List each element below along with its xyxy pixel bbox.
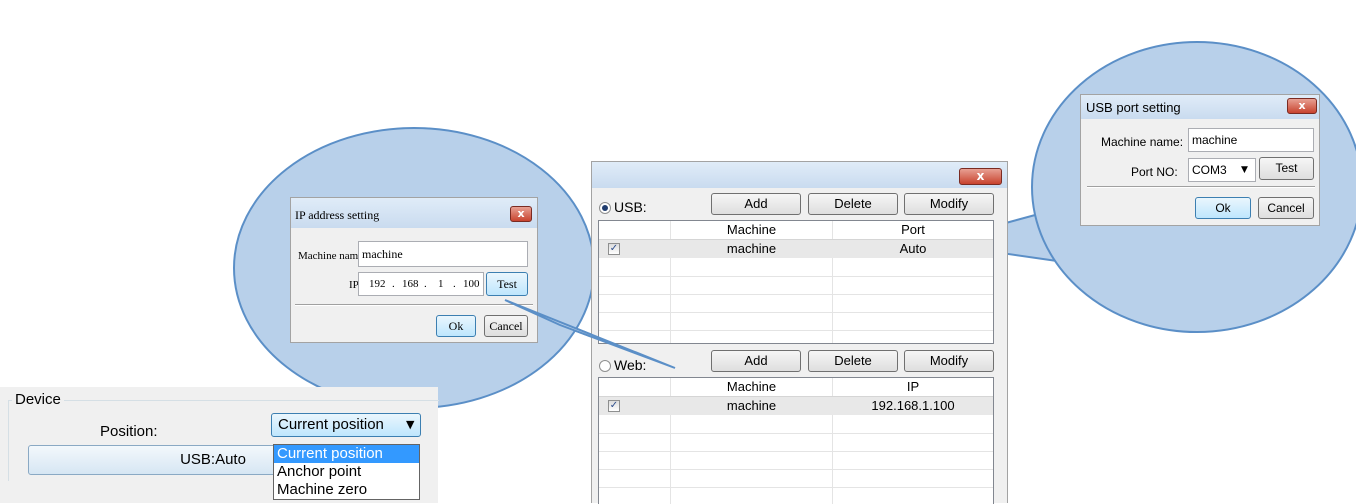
usb-port-dialog: USB port setting x Machine name: machine… [1080, 94, 1320, 226]
usb-machine-name-label: Machine name: [1101, 135, 1184, 149]
usb-dialog-title: USB port setting [1086, 100, 1181, 115]
usb-cancel-label: Cancel [1267, 201, 1305, 215]
usb-ok-label: Ok [1215, 201, 1231, 215]
usb-ok-button[interactable]: Ok [1195, 197, 1251, 219]
usb-port-select[interactable]: COM3 ▼ [1188, 158, 1256, 182]
usb-cancel-button[interactable]: Cancel [1258, 197, 1314, 219]
close-glyph: x [1298, 99, 1306, 112]
usb-test-button[interactable]: Test [1259, 157, 1314, 180]
usb-port-value: COM3 [1192, 163, 1227, 177]
usb-machine-name-input[interactable]: machine [1188, 128, 1314, 152]
usb-machine-name-value: machine [1192, 133, 1238, 147]
usb-port-label: Port NO: [1131, 165, 1178, 179]
usb-test-label: Test [1275, 161, 1298, 175]
usb-dialog-titlebar: USB port setting x [1081, 95, 1319, 119]
ip-callout-pointer [504, 299, 676, 369]
chevron-down-icon: ▼ [1241, 165, 1248, 175]
close-icon[interactable]: x [1287, 98, 1317, 114]
usb-dialog-divider [1087, 186, 1315, 188]
